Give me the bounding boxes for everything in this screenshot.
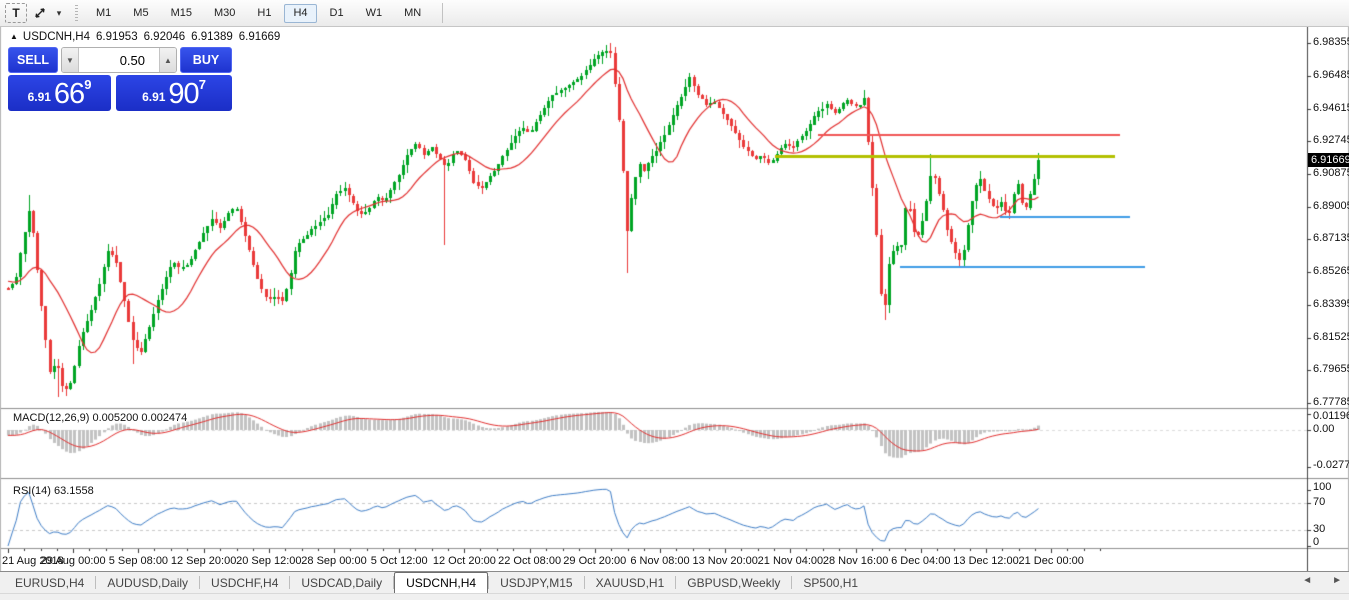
buy-price-base: 6.91	[142, 90, 165, 104]
price-axis-label: 6.90875	[1313, 167, 1349, 179]
price-axis-label: 6.96485	[1313, 69, 1349, 81]
price-axis-label: 6.85265	[1313, 265, 1349, 277]
time-axis-label: 28 Sep 00:00	[301, 555, 366, 567]
time-axis-label: 13 Nov 20:00	[692, 555, 757, 567]
toolbar: T ▾ M1M5 M15M30H1H4 D1W1MN	[0, 0, 1349, 27]
rsi-axis-label: 100	[1313, 481, 1331, 493]
tab-scroll-right-icon[interactable]: ►	[1329, 575, 1345, 586]
low-value: 6.91389	[191, 31, 233, 43]
cursor-tool-button[interactable]	[29, 3, 51, 23]
tab-usdcnh-h4[interactable]: USDCNH,H4	[394, 572, 488, 593]
timeframe-button-H4[interactable]: H4	[284, 4, 316, 23]
macd-label: MACD(12,26,9) 0.005200 0.002474	[13, 412, 187, 424]
volume-input[interactable]	[79, 48, 159, 72]
cursor-arrows-icon	[33, 6, 47, 20]
tab-bar: EURUSD,H4AUDUSD,DailyUSDCHF,H4USDCAD,Dai…	[0, 571, 1349, 600]
timeframe-button-D1[interactable]: D1	[321, 4, 353, 23]
price-axis-label: 6.83395	[1313, 298, 1349, 310]
price-axis-label: 6.77785	[1313, 396, 1349, 408]
sell-price-point: 9	[84, 77, 91, 92]
buy-button[interactable]: BUY	[180, 47, 232, 73]
time-axis-label: 12 Oct 20:00	[433, 555, 496, 567]
current-price-tag: 6.91669	[1308, 153, 1349, 167]
price-axis-label: 6.92745	[1313, 134, 1349, 146]
time-axis-label: 6 Dec 04:00	[891, 555, 950, 567]
sell-price-base: 6.91	[28, 90, 51, 104]
symbol-period-label: USDCNH,H4	[23, 31, 90, 43]
tab-audusd-daily[interactable]: AUDUSD,Daily	[96, 572, 199, 593]
open-value: 6.91953	[96, 31, 138, 43]
chart-tabs: EURUSD,H4AUDUSD,DailyUSDCHF,H4USDCAD,Dai…	[0, 572, 1349, 594]
volume-stepper: ▼ ▲	[61, 47, 177, 73]
tab-sp500-h1[interactable]: SP500,H1	[792, 572, 869, 593]
time-axis-label: 21 Dec 00:00	[1018, 555, 1083, 567]
timeframe-button-M15[interactable]: M15	[162, 4, 201, 23]
price-axis-label: 6.81525	[1313, 331, 1349, 343]
buy-price-pips: 90	[168, 79, 198, 109]
text-tool-button[interactable]: T	[5, 3, 27, 23]
rsi-axis-label: 30	[1313, 523, 1325, 535]
price-axis-label: 6.87135	[1313, 232, 1349, 244]
tab-usdchf-h4[interactable]: USDCHF,H4	[200, 572, 289, 593]
timeframe-button-H1[interactable]: H1	[248, 4, 280, 23]
volume-decrease-icon[interactable]: ▼	[62, 48, 79, 72]
time-axis-label: 5 Oct 12:00	[371, 555, 428, 567]
rsi-axis-label: 70	[1313, 496, 1325, 508]
cursor-dropdown-caret-icon[interactable]: ▾	[53, 3, 65, 23]
toolbar-grip[interactable]	[75, 5, 78, 21]
price-axis-label: 6.94615	[1313, 102, 1349, 114]
macd-axis-label: 0.011968	[1313, 410, 1349, 422]
price-axis-label: 6.98355	[1313, 36, 1349, 48]
time-axis-label: 29 Aug 00:00	[41, 555, 106, 567]
sell-price-pips: 66	[54, 79, 84, 109]
price-axis-label: 6.79655	[1313, 363, 1349, 375]
one-click-trading-panel: SELL ▼ ▲ BUY 6.91 66 9 6.91 90 7	[8, 47, 232, 111]
timeframe-button-M30[interactable]: M30	[205, 4, 244, 23]
tab-scroll-buttons: ◄ ►	[1299, 575, 1345, 586]
chart-ohlc-header: ▲ USDCNH,H4 6.91953 6.92046 6.91389 6.91669	[10, 31, 280, 43]
time-axis-label: 28 Nov 16:00	[823, 555, 888, 567]
time-axis-label: 13 Dec 12:00	[953, 555, 1018, 567]
timeframe-button-W1[interactable]: W1	[357, 4, 392, 23]
time-axis-label: 21 Nov 04:00	[758, 555, 823, 567]
price-axis-label: 6.89005	[1313, 200, 1349, 212]
tab-eurusd-h4[interactable]: EURUSD,H4	[4, 572, 95, 593]
close-value: 6.91669	[239, 31, 281, 43]
tab-gbpusd-weekly[interactable]: GBPUSD,Weekly	[676, 572, 791, 593]
buy-price-button[interactable]: 6.91 90 7	[116, 75, 232, 111]
rsi-label: RSI(14) 63.1558	[13, 485, 94, 497]
sell-button[interactable]: SELL	[8, 47, 58, 73]
timeframe-button-M1[interactable]: M1	[87, 4, 120, 23]
timeframe-button-M5[interactable]: M5	[124, 4, 157, 23]
high-value: 6.92046	[144, 31, 186, 43]
volume-increase-icon[interactable]: ▲	[159, 48, 176, 72]
macd-axis-label: 0.00	[1313, 423, 1334, 435]
timeframe-group: M1M5 M15M30H1H4 D1W1MN	[85, 4, 432, 23]
time-axis-label: 6 Nov 08:00	[630, 555, 689, 567]
sell-price-button[interactable]: 6.91 66 9	[8, 75, 111, 111]
tab-usdcad-daily[interactable]: USDCAD,Daily	[290, 572, 393, 593]
timeframe-button-MN[interactable]: MN	[395, 4, 430, 23]
collapse-icon[interactable]: ▲	[10, 32, 18, 41]
tab-xauusd-h1[interactable]: XAUUSD,H1	[585, 572, 676, 593]
tab-scroll-left-icon[interactable]: ◄	[1299, 575, 1315, 586]
macd-axis-label: -0.027758	[1313, 459, 1349, 471]
time-axis-label: 12 Sep 20:00	[171, 555, 236, 567]
time-axis-label: 5 Sep 08:00	[109, 555, 168, 567]
time-axis-label: 22 Oct 08:00	[498, 555, 561, 567]
buy-price-point: 7	[199, 77, 206, 92]
rsi-axis-label: 0	[1313, 536, 1319, 548]
time-axis-label: 29 Oct 20:00	[563, 555, 626, 567]
time-axis-label: 20 Sep 12:00	[236, 555, 301, 567]
mt4-terminal-window: T ▾ M1M5M15M30H1H4D1W1MN ▲USDCNH,H46.919…	[0, 0, 1349, 600]
tab-usdjpy-m15[interactable]: USDJPY,M15	[489, 572, 583, 593]
toolbar-separator	[442, 3, 443, 23]
